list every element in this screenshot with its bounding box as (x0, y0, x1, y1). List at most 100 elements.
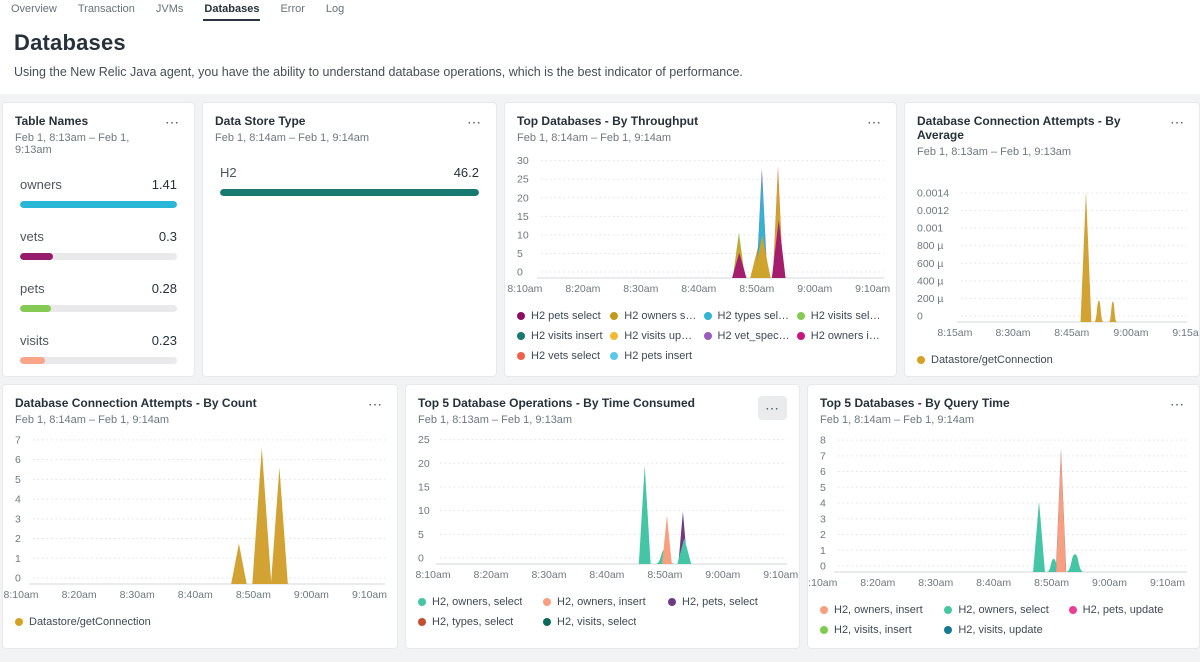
top5-databases-chart[interactable]: 8765432108:10am8:20am8:30am8:40am8:50am9… (820, 431, 1187, 592)
tab-databases[interactable]: Databases (203, 0, 260, 21)
panel-menu-icon[interactable]: ⋯ (163, 114, 182, 130)
panel-menu-icon[interactable]: ⋯ (865, 114, 884, 130)
tab-transaction[interactable]: Transaction (77, 0, 136, 21)
svg-text:9:00am: 9:00am (705, 569, 740, 581)
bar-row[interactable]: pets0.28 (15, 281, 182, 312)
legend-item[interactable]: H2, pets, update (1069, 604, 1187, 616)
bar-track (220, 189, 479, 196)
tab-overview[interactable]: Overview (10, 0, 58, 21)
legend-item[interactable]: H2 owners select (610, 310, 697, 322)
legend-item[interactable]: H2 owners insert (797, 330, 884, 342)
svg-text:8:30am: 8:30am (531, 569, 566, 581)
panel-title: Top 5 Databases - By Query Time (820, 396, 1010, 410)
svg-text:8:20am: 8:20am (62, 589, 97, 601)
svg-text:0: 0 (15, 573, 21, 585)
svg-text:20: 20 (517, 192, 529, 204)
throughput-chart[interactable]: 3025201510508:10am8:20am8:30am8:40am8:50… (517, 152, 884, 298)
svg-text:5: 5 (820, 482, 826, 494)
connection-count-chart[interactable]: 765432108:10am8:20am8:30am8:40am8:50am9:… (15, 431, 385, 604)
legend-item[interactable]: H2 vets select (517, 350, 604, 362)
legend-item[interactable]: H2 visits update (610, 330, 697, 342)
legend-item[interactable]: H2 visits insert (517, 330, 604, 342)
chart-legend: H2, owners, select H2, owners, insert H2, … (418, 596, 787, 628)
legend-item[interactable]: H2, visits, insert (820, 624, 938, 636)
panel-connection-attempts-count: Database Connection Attempts - By Count … (2, 384, 398, 649)
connection-average-chart[interactable]: 0.00140.00120.001800 µ600 µ400 µ200 µ08:… (917, 184, 1187, 342)
svg-text:25: 25 (418, 434, 430, 446)
legend-item[interactable]: H2, owners, insert (820, 604, 938, 616)
panel-time-range: Feb 1, 8:14am – Feb 1, 9:14am (820, 414, 1010, 426)
panel-time-range: Feb 1, 8:13am – Feb 1, 9:13am (418, 414, 695, 426)
panel-connection-attempts-average: Database Connection Attempts - By Averag… (904, 102, 1200, 377)
svg-text:4: 4 (820, 498, 826, 510)
bar-value: 0.23 (152, 333, 177, 348)
bar-track (20, 253, 177, 260)
panel-title: Database Connection Attempts - By Averag… (917, 114, 1168, 142)
legend-dot-icon (418, 598, 426, 606)
svg-text:9:10am: 9:10am (855, 283, 890, 295)
panel-top5-operations-time: Top 5 Database Operations - By Time Cons… (405, 384, 800, 649)
svg-text:8: 8 (820, 435, 826, 447)
svg-text:15: 15 (517, 211, 529, 223)
legend-item[interactable]: H2 pets insert (610, 350, 697, 362)
svg-text:8:10am: 8:10am (416, 569, 451, 581)
bar-row[interactable]: H246.2 (215, 165, 484, 196)
bar-row[interactable]: visits 0.23 (15, 333, 182, 364)
bar-label: visits (20, 333, 49, 348)
legend-item[interactable]: Datastore/getConnection (15, 616, 385, 628)
panel-menu-icon[interactable]: ⋯ (1168, 114, 1187, 130)
svg-text:4: 4 (15, 494, 21, 506)
svg-text:2: 2 (15, 533, 21, 545)
legend-item[interactable]: H2 types select (704, 310, 791, 322)
bar-row[interactable]: vets 0.3 (15, 229, 182, 260)
bar-track (20, 201, 177, 208)
legend-label: H2, owners, select (958, 604, 1048, 616)
panel-title: Table Names (15, 114, 163, 128)
legend-item[interactable]: H2, owners, select (944, 604, 1062, 616)
panel-top5-databases-query-time: Top 5 Databases - By Query Time Feb 1, 8… (807, 384, 1200, 649)
dashboard-grid: Table Names Feb 1, 8:13am – Feb 1, 9:13a… (0, 94, 1200, 649)
svg-text:0.0014: 0.0014 (917, 188, 949, 200)
bar-value: 0.3 (159, 229, 177, 244)
svg-text:7: 7 (15, 434, 21, 446)
tab-log[interactable]: Log (325, 0, 345, 21)
legend-item[interactable]: H2, types, select (418, 616, 537, 628)
svg-text:8:50am: 8:50am (1034, 577, 1069, 589)
legend-item[interactable]: H2, visits, select (543, 616, 662, 628)
panel-time-range: Feb 1, 8:13am – Feb 1, 9:13am (917, 146, 1168, 158)
legend-item[interactable]: H2, owners, insert (543, 596, 662, 608)
legend-dot-icon (517, 352, 525, 360)
legend-dot-icon (15, 618, 23, 626)
bar-label: vets (20, 229, 44, 244)
legend-item[interactable]: H2, pets, select (668, 596, 787, 608)
legend-item[interactable]: H2, owners, select (418, 596, 537, 608)
panel-menu-icon[interactable]: ⋯ (366, 396, 385, 412)
panel-time-range: Feb 1, 8:14am – Feb 1, 9:14am (517, 132, 698, 144)
legend-label: Datastore/getConnection (29, 616, 151, 628)
panel-menu-icon[interactable]: ⋯ (758, 396, 787, 420)
legend-item[interactable]: H2 visits select (797, 310, 884, 322)
svg-text:7: 7 (820, 450, 826, 462)
svg-text:25: 25 (517, 174, 529, 186)
panel-top-databases-throughput: Top Databases - By Throughput Feb 1, 8:1… (504, 102, 897, 377)
legend-item[interactable]: H2 vet_specialti… (704, 330, 791, 342)
svg-text:8:10am: 8:10am (507, 283, 542, 295)
tab-error[interactable]: Error (279, 0, 305, 21)
tab-jvms[interactable]: JVMs (155, 0, 185, 21)
legend-dot-icon (797, 312, 805, 320)
chart-legend: H2 pets select H2 owners select H2 types s… (517, 310, 884, 362)
legend-dot-icon (944, 626, 952, 634)
bar-row[interactable]: owners1.41 (15, 177, 182, 208)
legend-item[interactable]: H2 pets select (517, 310, 604, 322)
svg-text:9:10am: 9:10am (1150, 577, 1185, 589)
svg-text:10: 10 (517, 229, 529, 241)
legend-item[interactable]: Datastore/getConnection (917, 354, 1187, 366)
legend-label: H2 visits select (811, 310, 884, 322)
page-subtitle: Using the New Relic Java agent, you have… (14, 65, 1186, 79)
top5-operations-chart[interactable]: 25201510508:10am8:20am8:30am8:40am8:50am… (418, 431, 787, 584)
panel-menu-icon[interactable]: ⋯ (465, 114, 484, 130)
legend-dot-icon (517, 332, 525, 340)
legend-item[interactable]: H2, visits, update (944, 624, 1062, 636)
panel-menu-icon[interactable]: ⋯ (1168, 396, 1187, 412)
svg-text:9:10am: 9:10am (763, 569, 798, 581)
